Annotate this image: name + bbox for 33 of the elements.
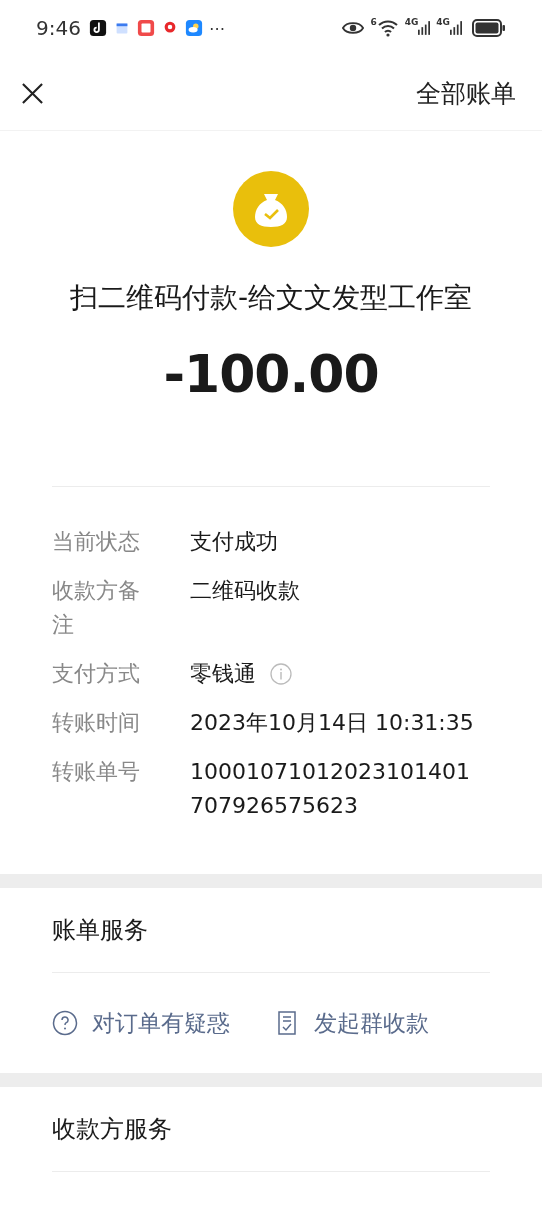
network-label: 4G <box>436 17 450 27</box>
section-title: 收款方服务 <box>52 1087 490 1172</box>
section-title: 账单服务 <box>52 888 490 973</box>
detail-label: 转账时间 <box>52 709 141 737</box>
battery-icon <box>472 19 506 37</box>
question-icon[interactable] <box>52 1010 78 1036</box>
more-notifications: ⋯ <box>208 18 225 38</box>
money-bag-icon <box>233 171 309 247</box>
service-link[interactable]: 对订单有疑惑 <box>92 1007 230 1039</box>
payment-title: 扫二维码付款-给文文发型工作室 <box>68 280 474 316</box>
wifi-label: 6 <box>370 17 377 27</box>
detail-label: 当前状态 <box>52 528 141 556</box>
network-label: 4G <box>404 17 419 27</box>
detail-value: 10001071012023101401707926575623 <box>190 758 471 820</box>
payment-amount: -100.00 <box>163 344 379 404</box>
detail-label: 收款方备注 <box>52 577 141 639</box>
signal-icon <box>450 20 462 36</box>
detail-label: 转账单号 <box>52 758 141 786</box>
weather-icon <box>184 19 203 37</box>
eye-icon <box>342 19 365 37</box>
service-link[interactable]: 发起群收款 <box>314 1007 429 1039</box>
detail-value: 2023年10月14日 10:31:35 <box>190 709 474 737</box>
detail-label: 支付方式 <box>52 660 141 688</box>
detail-value: 二维码收款 <box>190 577 300 605</box>
book-icon <box>136 19 155 37</box>
app-icon <box>88 19 107 37</box>
status-time: 9:46 <box>36 16 81 40</box>
wifi-icon <box>376 19 399 37</box>
detail-value: 支付成功 <box>190 528 278 556</box>
signal-icon <box>418 20 431 36</box>
all-bills-link[interactable]: 全部账单 <box>416 76 516 110</box>
close-icon[interactable] <box>21 81 44 105</box>
detail-value: 零钱通 <box>190 660 256 688</box>
